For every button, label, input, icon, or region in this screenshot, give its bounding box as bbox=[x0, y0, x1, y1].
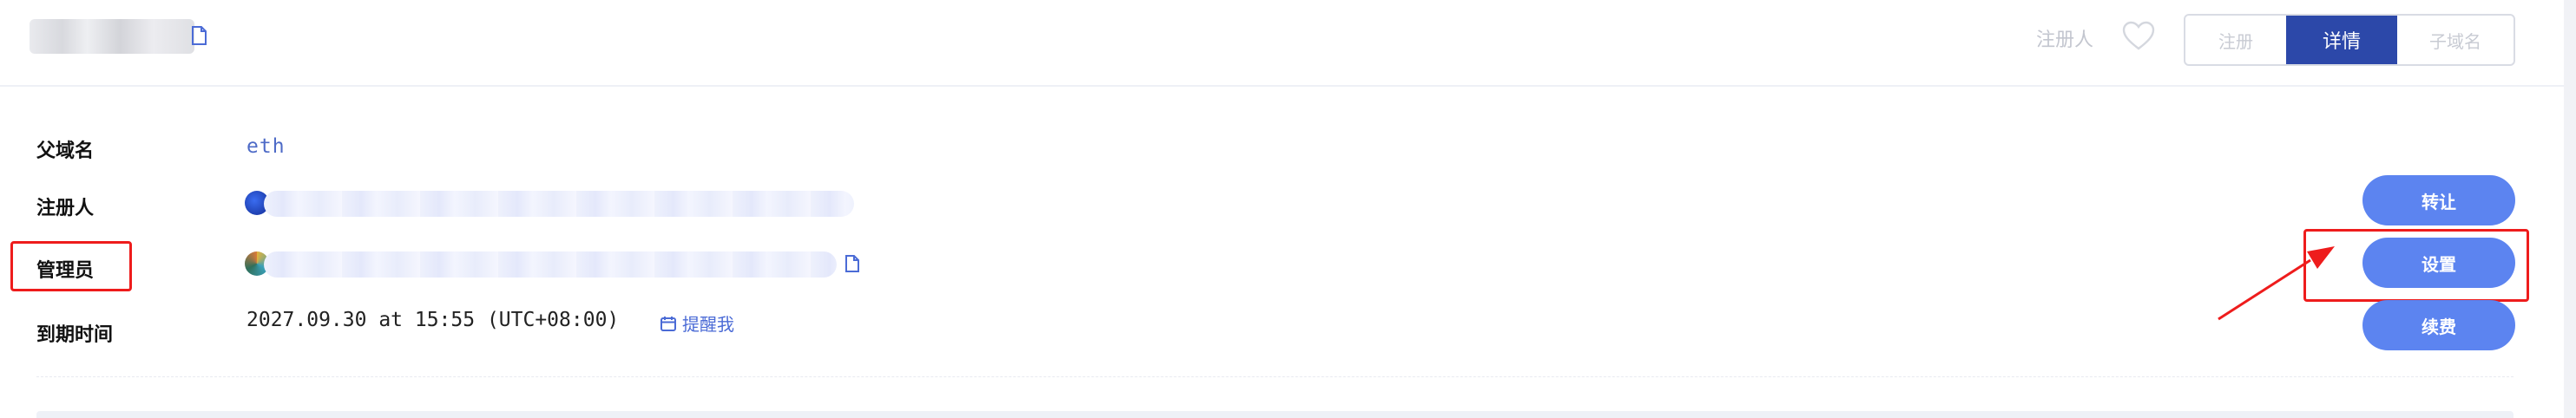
highlight-box-settings bbox=[2303, 229, 2529, 302]
details-panel: 父域名 eth 注册人 管理员 到期时间 2027.09.30 at 15:55… bbox=[0, 87, 2564, 418]
registrant-address[interactable] bbox=[245, 187, 858, 219]
remind-me-link[interactable]: 提醒我 bbox=[660, 310, 734, 336]
transfer-button[interactable]: 转让 bbox=[2362, 175, 2515, 225]
copy-icon[interactable] bbox=[844, 253, 861, 274]
heart-icon[interactable] bbox=[2121, 19, 2156, 54]
domain-header: 注册人 注册 详情 子域名 bbox=[0, 0, 2564, 87]
address-redacted bbox=[264, 251, 837, 278]
divider bbox=[36, 376, 2514, 378]
domain-tabs: 注册 详情 子域名 bbox=[2184, 14, 2515, 66]
expiry-value: 2027.09.30 at 15:55 (UTC+08:00) bbox=[246, 309, 620, 331]
highlight-box-controller bbox=[10, 241, 132, 291]
address-redacted bbox=[264, 191, 854, 217]
domain-name-redacted bbox=[30, 19, 194, 54]
tab-details[interactable]: 详情 bbox=[2286, 16, 2397, 64]
registrant-label: 注册人 bbox=[36, 198, 95, 219]
calendar-icon bbox=[660, 316, 676, 331]
renew-button[interactable]: 续费 bbox=[2362, 300, 2515, 350]
parent-label: 父域名 bbox=[36, 140, 95, 162]
scrollbar-track[interactable] bbox=[2564, 0, 2576, 418]
expiry-label: 到期时间 bbox=[36, 324, 114, 346]
next-section-edge bbox=[36, 411, 2514, 418]
parent-value[interactable]: eth bbox=[246, 135, 286, 158]
copy-icon[interactable] bbox=[189, 24, 208, 47]
tab-subdomains[interactable]: 子域名 bbox=[2397, 16, 2514, 64]
remind-me-label: 提醒我 bbox=[682, 314, 734, 335]
controller-address[interactable] bbox=[245, 248, 861, 279]
tab-register[interactable]: 注册 bbox=[2185, 16, 2286, 64]
registrant-link[interactable]: 注册人 bbox=[2036, 24, 2093, 52]
